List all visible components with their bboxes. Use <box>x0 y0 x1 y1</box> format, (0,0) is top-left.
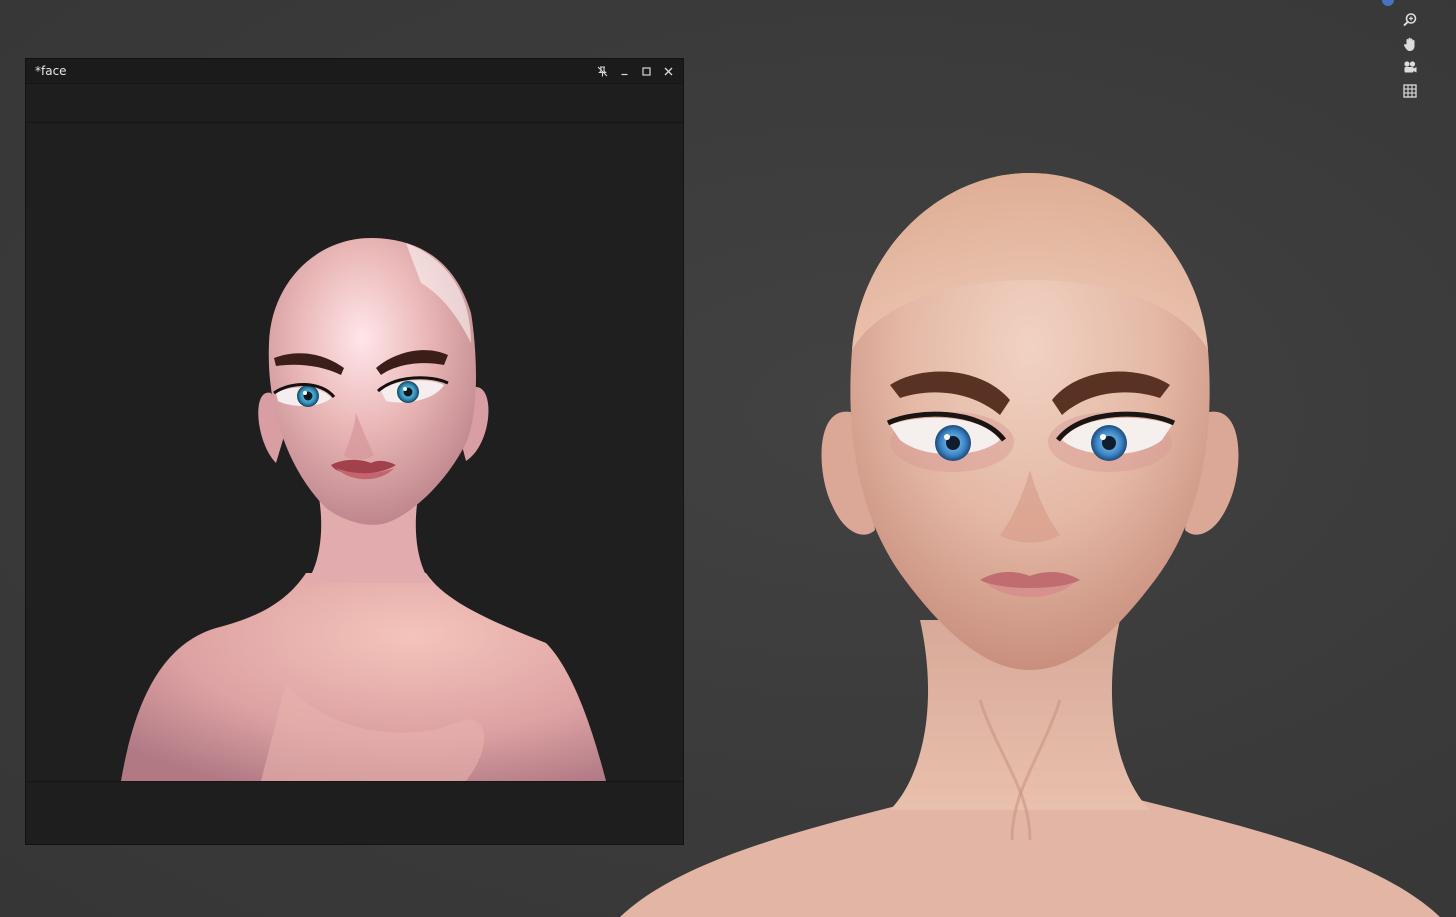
reference-window-titlebar[interactable]: *face <box>26 59 683 84</box>
hand-pan-icon[interactable] <box>1398 33 1422 55</box>
reference-character-image <box>121 238 606 781</box>
reference-window-title: *face <box>35 64 67 78</box>
grid-icon[interactable] <box>1398 80 1422 102</box>
3d-viewport[interactable]: *face <box>0 0 1456 917</box>
reference-window[interactable]: *face <box>25 58 684 845</box>
pin-off-icon[interactable] <box>591 62 613 81</box>
window-controls <box>591 62 679 81</box>
maximize-icon[interactable] <box>635 62 657 81</box>
reference-window-toolbar <box>26 84 683 123</box>
navigation-gizmo <box>1398 0 1422 110</box>
reference-window-footer <box>26 781 683 844</box>
viewport-indicator-dot <box>1382 0 1394 6</box>
minimize-icon[interactable] <box>613 62 635 81</box>
close-icon[interactable] <box>657 62 679 81</box>
zoom-icon[interactable] <box>1398 9 1422 31</box>
main-character-model <box>620 173 1440 917</box>
camera-icon[interactable] <box>1398 56 1422 78</box>
reference-image-canvas[interactable] <box>26 123 683 781</box>
